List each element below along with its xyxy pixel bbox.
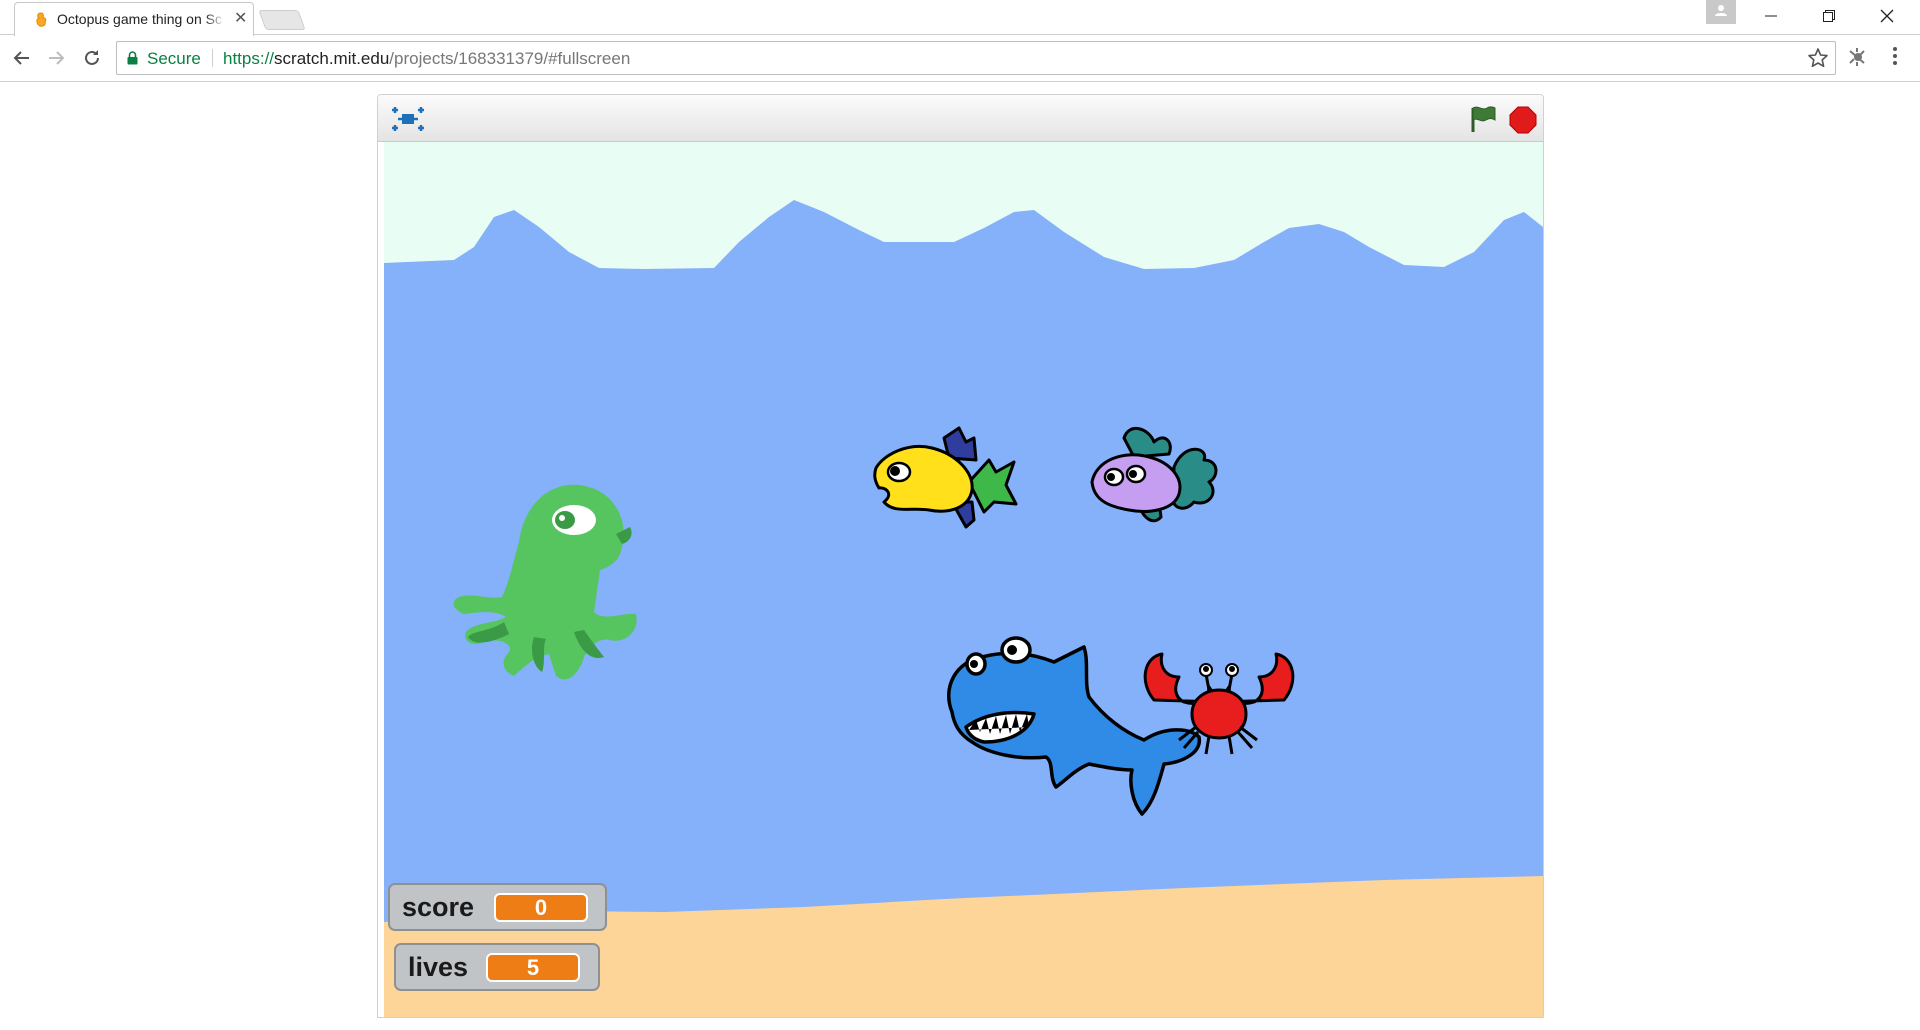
tab-title: Octopus game thing on Scratch — [57, 11, 222, 27]
reload-glyph — [85, 50, 99, 65]
new-tab-button[interactable] — [258, 10, 306, 30]
url-path: /projects/168331379/#fullscreen — [389, 49, 631, 68]
fullscreen-toggle-icon[interactable] — [391, 106, 425, 132]
browser-toolbar: Secure https://scratch.mit.edu/projects/… — [0, 35, 1920, 82]
restore-icon[interactable] — [1806, 0, 1852, 32]
stop-icon[interactable] — [1509, 106, 1537, 134]
url-scheme: https:// — [223, 49, 275, 68]
score-label: score — [402, 892, 475, 922]
close-tab-icon[interactable]: ✕ — [234, 10, 247, 28]
browser-tab[interactable]: Octopus game thing on Scratch ✕ — [14, 2, 254, 36]
close-window-icon[interactable] — [1864, 0, 1910, 32]
url-host: scratch.mit.edu — [274, 49, 390, 68]
minimize-glyph — [1765, 15, 1777, 17]
close-glyph — [1880, 9, 1894, 23]
tab-title-fade — [205, 8, 225, 30]
reload-icon[interactable] — [78, 44, 106, 72]
profile-glyph — [1715, 5, 1727, 16]
profile-icon[interactable] — [1706, 0, 1736, 24]
lives-monitor[interactable]: lives 5 — [394, 943, 600, 991]
green-flag-icon[interactable] — [1468, 105, 1498, 133]
minimize-icon[interactable] — [1748, 0, 1794, 32]
forward-glyph — [49, 51, 65, 65]
score-value: 0 — [494, 893, 588, 922]
secure-label: Secure — [147, 49, 201, 68]
lives-value: 5 — [486, 953, 580, 982]
back-arrow-icon[interactable] — [8, 44, 36, 72]
back-glyph — [13, 51, 29, 65]
restore-glyph — [1823, 10, 1835, 22]
url-text[interactable]: https://scratch.mit.edu/projects/1683313… — [223, 49, 630, 69]
menu-icon[interactable] — [1890, 46, 1900, 66]
lives-label: lives — [408, 952, 469, 982]
scratch-favicon — [36, 12, 47, 27]
star-icon[interactable] — [1807, 47, 1829, 69]
scratch-player: score 0 lives 5 — [377, 94, 1544, 1018]
score-monitor[interactable]: score 0 — [388, 883, 607, 931]
address-bar[interactable]: Secure https://scratch.mit.edu/projects/… — [116, 41, 1836, 75]
address-separator — [212, 49, 213, 67]
player-controls-bar — [378, 95, 1543, 142]
forward-arrow-icon[interactable] — [42, 44, 70, 72]
extension-icon[interactable] — [1846, 46, 1868, 68]
lock-icon — [127, 51, 138, 65]
